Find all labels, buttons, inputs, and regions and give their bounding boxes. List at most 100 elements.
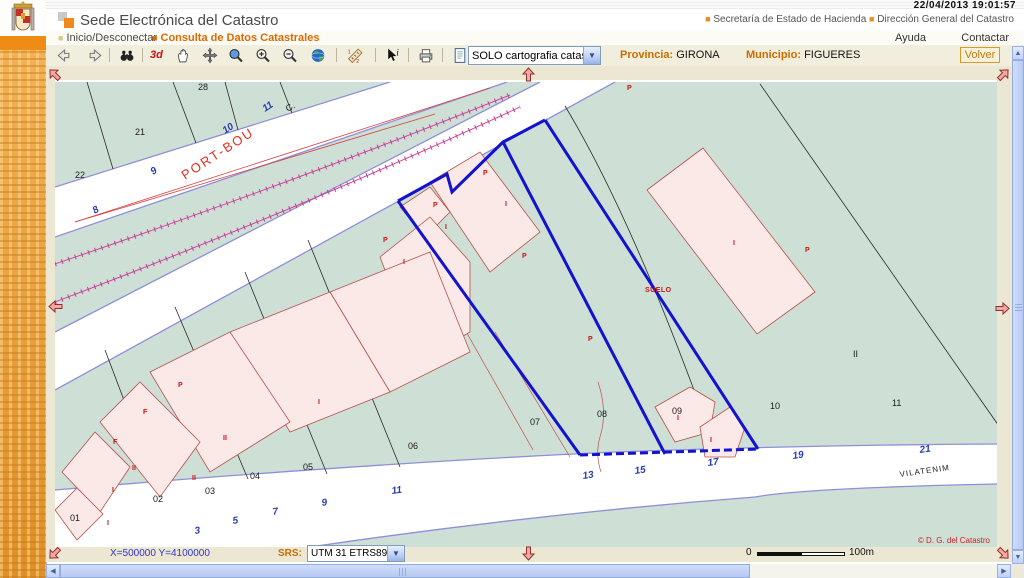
scroll-up-button[interactable]: ▲: [1012, 46, 1024, 60]
parcel-number-label: 28: [198, 82, 208, 92]
floor-letter-label: I: [505, 201, 507, 208]
floor-letter-label: II: [223, 435, 227, 442]
separator: [109, 48, 110, 62]
back-arrow-icon[interactable]: [54, 47, 72, 64]
forward-arrow-icon[interactable]: [87, 47, 105, 64]
link-secretaria[interactable]: Secretaría de Estado de Hacienda: [713, 14, 866, 25]
scroll-down-button[interactable]: ▼: [1012, 550, 1024, 564]
horizontal-scrollbar[interactable]: ◀ ▶: [46, 564, 1011, 578]
street-number-label: 17: [707, 456, 720, 469]
floor-letter-label: II: [192, 475, 196, 482]
floor-letter-label: P: [588, 336, 593, 343]
parcel-number-label: 21: [135, 127, 145, 137]
pan-up-left-arrow[interactable]: [46, 66, 63, 83]
measure-ruler-icon[interactable]: 12: [346, 47, 364, 64]
vertical-scrollbar[interactable]: ▲ ▼: [1012, 46, 1024, 564]
bullet-icon: ■: [58, 33, 63, 43]
separator: [336, 48, 337, 62]
status-bar: X=500000 Y=4100000 SRS: UTM 31 ETRS89 ▼ …: [46, 545, 1012, 562]
parcel-number-label: 04: [250, 471, 260, 481]
scale-bar-segment: [801, 552, 845, 556]
search-binoculars-icon[interactable]: [118, 47, 136, 64]
pan-up-right-arrow[interactable]: [995, 66, 1012, 83]
svg-text:2: 2: [356, 59, 359, 64]
pan-right-arrow[interactable]: [994, 300, 1011, 317]
cursor-coordinates: X=500000 Y=4100000: [110, 548, 210, 559]
bullet-icon: ■: [705, 14, 710, 24]
parcel-number-label: 03: [205, 486, 215, 496]
parcel-number-label: 02: [153, 494, 163, 504]
3d-view-icon[interactable]: 3d: [150, 49, 168, 66]
orange-accent-band: [0, 36, 47, 50]
government-links: ■ Secretaría de Estado de Hacienda ■ Dir…: [705, 14, 1014, 25]
map-frame: PORT-BOU VILATENIM C. SUELO © D. G. del …: [46, 66, 1012, 562]
report-document-icon[interactable]: [451, 47, 469, 64]
page-title: Sede Electrónica del Catastro: [80, 12, 278, 29]
horizontal-scrollbar-thumb[interactable]: [60, 564, 750, 578]
pan-left-arrow[interactable]: [47, 298, 64, 315]
volver-button[interactable]: Volver: [960, 47, 1000, 63]
floor-letter-label: P: [383, 237, 388, 244]
srs-dropdown-value: UTM 31 ETRS89: [308, 548, 387, 559]
vertical-scrollbar-thumb[interactable]: [1012, 60, 1024, 550]
parcel-number-label: 10: [770, 401, 780, 411]
provincia-value: GIRONA: [676, 49, 719, 61]
street-number-label: 21: [918, 443, 932, 456]
floor-letter-label: I: [403, 259, 405, 266]
map-svg[interactable]: PORT-BOU VILATENIM C. SUELO © D. G. del …: [55, 80, 997, 547]
parcel-number-label: 08: [597, 409, 607, 419]
srs-label: SRS:: [278, 548, 302, 559]
zoom-window-icon[interactable]: [227, 47, 245, 64]
zoom-out-icon[interactable]: [281, 47, 299, 64]
layers-dropdown-value: SOLO cartografia catastral: [469, 50, 583, 62]
floor-letter-label: I: [710, 437, 712, 444]
contactar-link[interactable]: Contactar: [961, 32, 1009, 44]
floor-letter-label: P: [483, 170, 488, 177]
street-number-label: 13: [582, 469, 595, 482]
provincia-field: Provincia: GIRONA: [620, 49, 720, 61]
parcel-number-label: II: [853, 349, 858, 359]
chevron-down-icon[interactable]: ▼: [387, 546, 404, 561]
municipio-field: Municipio: FIGUERES: [746, 49, 860, 61]
menu-inicio-label: Inicio/Desconectar: [67, 32, 158, 44]
scroll-left-button[interactable]: ◀: [46, 564, 60, 578]
menu-item-inicio-desconectar[interactable]: ■ Inicio/Desconectar: [58, 32, 157, 44]
catastro-squares-icon: [58, 12, 74, 28]
srs-dropdown[interactable]: UTM 31 ETRS89 ▼: [307, 545, 405, 562]
floor-letter-label: P: [178, 382, 183, 389]
floor-letter-label: I: [733, 240, 735, 247]
ayuda-link[interactable]: Ayuda: [895, 32, 926, 44]
parcel-number-label: 01: [70, 513, 80, 523]
info-cursor-icon[interactable]: i: [384, 47, 402, 64]
floor-letter-label: P: [433, 202, 438, 209]
menu-bar: ■ Inicio/Desconectar ■ Consulta de Datos…: [46, 31, 1024, 46]
move-cross-icon[interactable]: [201, 47, 219, 64]
layers-dropdown[interactable]: SOLO cartografia catastral ▼: [468, 46, 601, 65]
bullet-icon: ■: [869, 14, 874, 24]
pan-hand-icon[interactable]: [174, 47, 192, 64]
printer-icon[interactable]: [417, 47, 435, 64]
zoom-in-icon[interactable]: [254, 47, 272, 64]
link-direccion[interactable]: Dirección General del Catastro: [877, 14, 1014, 25]
scale-bar-zero: 0: [746, 547, 752, 558]
parcel-number-label: 11: [892, 398, 901, 408]
floor-letter-label: I: [107, 520, 109, 527]
header-bar: Sede Electrónica del Catastro ■ Secretar…: [46, 9, 1024, 32]
svg-text:1: 1: [348, 49, 351, 55]
spain-coat-of-arms-logo: [0, 0, 47, 36]
municipio-label: Municipio:: [746, 49, 801, 61]
floor-letter-label: I: [445, 224, 447, 231]
suelo-label: SUELO: [645, 287, 672, 294]
parcel-number-label: 06: [408, 441, 418, 451]
floor-letter-label: I: [112, 487, 114, 494]
city-background-image: [0, 50, 47, 578]
globe-icon[interactable]: [309, 47, 327, 64]
menu-item-consulta-datos[interactable]: ■ Consulta de Datos Catastrales: [152, 32, 319, 44]
floor-letter-label: P: [627, 85, 632, 92]
scroll-right-button[interactable]: ▶: [997, 564, 1011, 578]
parcel-number-label: 22: [75, 170, 85, 180]
pan-up-arrow[interactable]: [520, 66, 537, 83]
chevron-down-icon[interactable]: ▼: [583, 47, 600, 64]
scale-bar-max: 100m: [849, 547, 874, 558]
top-strip: 22/04/2013 19:01:57: [46, 0, 1024, 9]
